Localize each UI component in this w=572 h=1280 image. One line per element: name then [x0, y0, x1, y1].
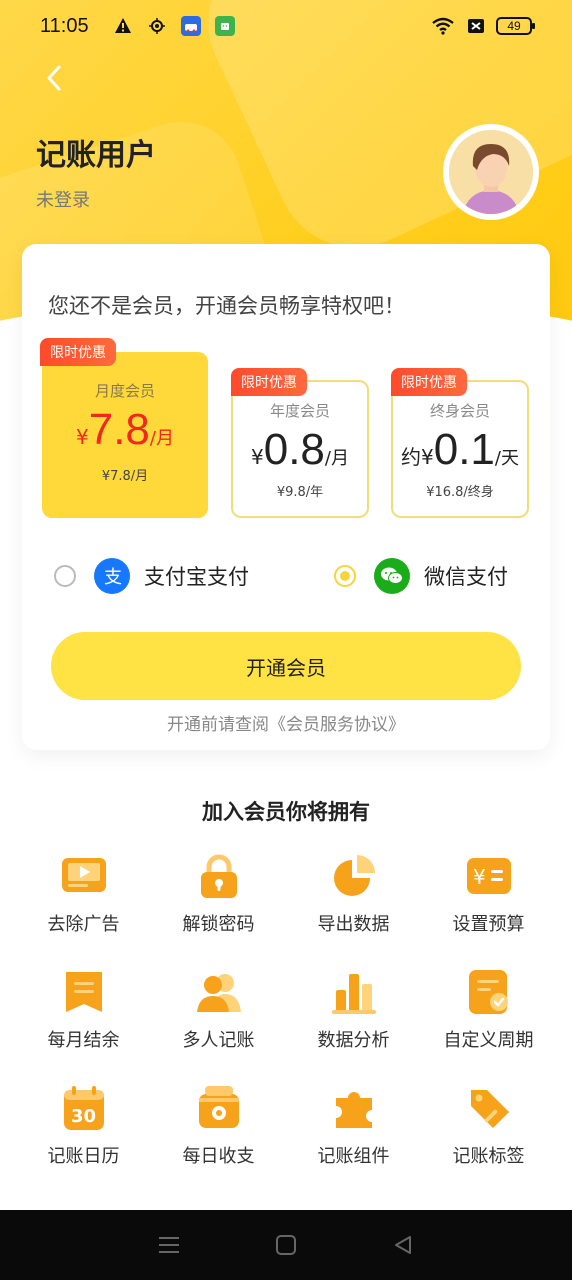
benefit-label: 数据分析 — [317, 1030, 390, 1051]
bar-chart-icon — [331, 974, 376, 1014]
plan-price: 约¥0.1/天 — [401, 425, 519, 474]
benefits-grid: 去除广告 解锁密码 导出数据 ¥ 设置预算 每月结余 多人记账 数据分析 自定义… — [16, 846, 556, 1168]
wifi-icon — [430, 16, 456, 36]
open-membership-button[interactable]: 开通会员 — [51, 632, 521, 700]
calendar-icon: 30 — [63, 1086, 104, 1130]
payment-label: 微信支付 — [424, 565, 508, 589]
benefit-label: 去除广告 — [47, 914, 120, 935]
benefit-label: 记账标签 — [452, 1146, 525, 1167]
plan-subtotal: ¥16.8/终身 — [426, 485, 494, 500]
benefit-monthly-balance[interactable]: 每月结余 — [16, 962, 151, 1052]
benefit-label: 记账组件 — [317, 1146, 390, 1167]
svg-text:¥: ¥ — [473, 865, 486, 889]
svg-text:支: 支 — [104, 567, 122, 587]
benefit-label: 每月结余 — [47, 1030, 120, 1051]
plan-price: ¥7.8/月 — [76, 405, 174, 454]
membership-card: 您还不是会员，开通会员畅享特权吧！ 限时优惠 月度会员 ¥7.8/月 ¥7.8/… — [22, 244, 550, 750]
plan-monthly[interactable]: 限时优惠 月度会员 ¥7.8/月 ¥7.8/月 — [40, 338, 208, 518]
pie-chart-icon — [333, 855, 375, 896]
status-bar: 11:05 49 — [0, 0, 572, 52]
plan-subtotal: ¥7.8/月 — [101, 469, 149, 484]
lock-icon — [200, 854, 237, 898]
card-title: 您还不是会员，开通会员畅享特权吧！ — [48, 294, 405, 318]
benefit-label: 导出数据 — [317, 914, 390, 935]
benefit-label: 多人记账 — [182, 1030, 255, 1051]
benefit-label: 每日收支 — [182, 1146, 255, 1167]
avatar[interactable] — [443, 124, 539, 220]
home-icon — [275, 1235, 296, 1255]
home-button[interactable] — [272, 1231, 300, 1259]
location-icon — [147, 16, 167, 36]
user-avatar-icon — [449, 130, 533, 214]
people-icon — [196, 974, 241, 1012]
status-time: 11:05 — [40, 14, 89, 37]
back-button[interactable] — [36, 60, 72, 96]
plan-name: 年度会员 — [269, 402, 330, 420]
alipay-icon: 支 — [94, 558, 130, 594]
plan-yearly[interactable]: 限时优惠 年度会员 ¥0.8/月 ¥9.8/年 — [231, 368, 369, 518]
daily-box-icon — [198, 1086, 239, 1128]
menu-icon — [158, 1237, 179, 1253]
benefit-export-data[interactable]: 导出数据 — [286, 846, 421, 936]
benefit-calendar[interactable]: 30 记账日历 — [16, 1078, 151, 1168]
limited-offer-badge: 限时优惠 — [391, 368, 467, 396]
wechat-icon — [374, 558, 410, 594]
chevron-left-icon — [47, 65, 61, 91]
back-triangle-icon — [395, 1236, 412, 1254]
benefit-widget[interactable]: 记账组件 — [286, 1078, 421, 1168]
monthly-balance-icon — [65, 972, 102, 1012]
payment-label: 支付宝支付 — [144, 565, 249, 589]
benefit-remove-ads[interactable]: 去除广告 — [16, 846, 151, 936]
android-app-icon — [214, 16, 235, 36]
benefit-label: 自定义周期 — [443, 1030, 534, 1051]
battery-indicator: 49 — [496, 17, 535, 35]
benefit-label: 解锁密码 — [182, 914, 255, 935]
sim-disabled-icon — [466, 16, 486, 36]
payment-option-wechat[interactable]: 微信支付 — [334, 558, 508, 594]
menu-button[interactable] — [155, 1231, 183, 1259]
custom-cycle-icon — [468, 970, 508, 1014]
system-nav-bar — [0, 1210, 572, 1280]
app-notification-icon — [180, 16, 201, 36]
limited-offer-badge: 限时优惠 — [40, 338, 116, 366]
plan-lifetime[interactable]: 限时优惠 终身会员 约¥0.1/天 ¥16.8/终身 — [391, 368, 529, 518]
benefit-tag[interactable]: 记账标签 — [421, 1078, 556, 1168]
budget-icon: ¥ — [466, 858, 511, 894]
login-status[interactable]: 未登录 — [36, 186, 90, 212]
alipay-radio[interactable] — [54, 565, 76, 587]
tag-icon — [470, 1090, 509, 1128]
benefit-data-analysis[interactable]: 数据分析 — [286, 962, 421, 1052]
puzzle-icon — [335, 1092, 372, 1128]
benefit-multi-user[interactable]: 多人记账 — [151, 962, 286, 1052]
benefit-set-budget[interactable]: ¥ 设置预算 — [421, 846, 556, 936]
payment-option-alipay[interactable]: 支 支付宝支付 — [54, 558, 249, 594]
benefit-daily-income-expense[interactable]: 每日收支 — [151, 1078, 286, 1168]
benefits-title: 加入会员你将拥有 — [202, 800, 370, 824]
wechat-radio[interactable] — [334, 565, 356, 587]
plan-subtotal: ¥9.8/年 — [276, 485, 324, 500]
plan-name: 终身会员 — [429, 402, 490, 420]
user-name: 记账用户 — [36, 138, 156, 173]
benefit-unlock-password[interactable]: 解锁密码 — [151, 846, 286, 936]
benefit-custom-cycle[interactable]: 自定义周期 — [421, 962, 556, 1052]
plan-price: ¥0.8/月 — [251, 425, 349, 474]
limited-offer-badge: 限时优惠 — [231, 368, 307, 396]
back-nav-button[interactable] — [389, 1231, 417, 1259]
warning-icon — [113, 16, 133, 36]
membership-agreement-link[interactable]: 开通前请查阅《会员服务协议》 — [22, 710, 550, 735]
remove-ads-icon — [61, 858, 106, 892]
plan-name: 月度会员 — [94, 382, 155, 400]
svg-text:30: 30 — [71, 1106, 96, 1127]
benefit-label: 记账日历 — [47, 1146, 120, 1167]
benefit-label: 设置预算 — [452, 914, 525, 935]
